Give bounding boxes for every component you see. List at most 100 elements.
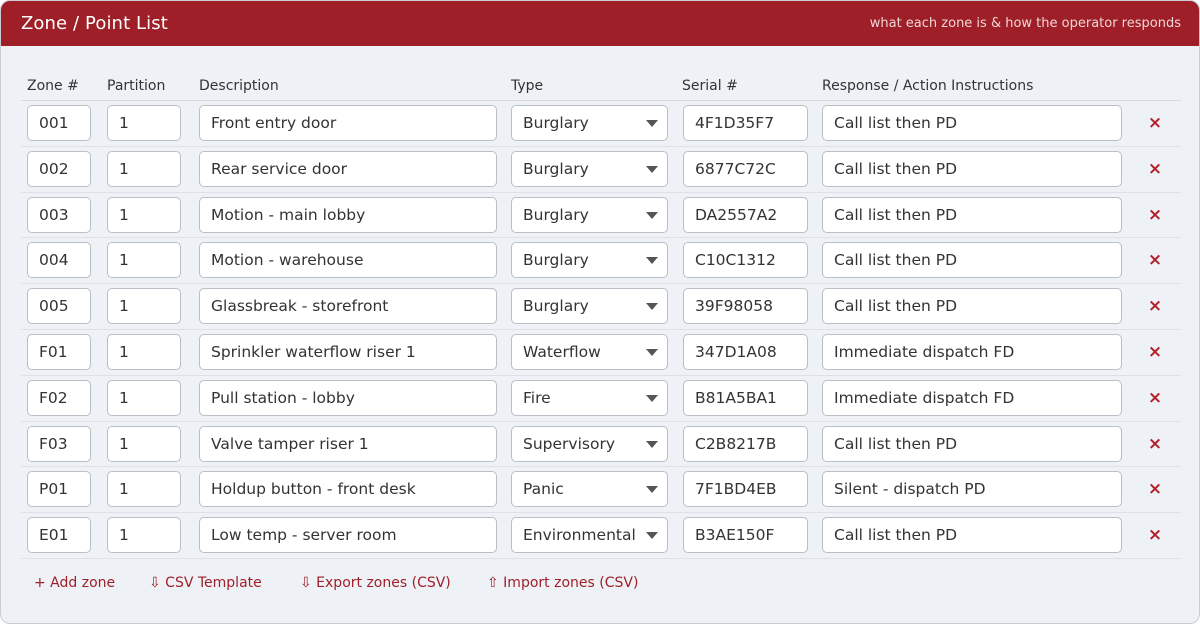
- zone-number-input[interactable]: F03: [27, 425, 91, 462]
- delete-row-button[interactable]: ×: [1145, 523, 1165, 547]
- zone-number-input[interactable]: 004: [27, 242, 91, 279]
- zone-number-input[interactable]: 002: [27, 150, 91, 187]
- page-subtitle: what each zone is & how the operator res…: [869, 16, 1181, 31]
- response-input[interactable]: Call list then PD: [822, 425, 1122, 462]
- delete-row-button[interactable]: ×: [1145, 340, 1165, 364]
- zone-table: Zone # Partition Description Type Serial…: [21, 73, 1181, 559]
- type-select[interactable]: Burglary: [511, 196, 668, 233]
- csv-template-button[interactable]: ⇩ CSV Template: [149, 575, 262, 591]
- response-input[interactable]: Call list then PD: [822, 517, 1122, 554]
- description-input[interactable]: Low temp - server room: [199, 517, 497, 554]
- description-input[interactable]: Rear service door: [199, 150, 497, 187]
- delete-row-button[interactable]: ×: [1145, 294, 1165, 318]
- serial-input[interactable]: 6877C72C: [683, 150, 808, 187]
- close-icon: ×: [1147, 113, 1163, 133]
- description-input[interactable]: Holdup button - front desk: [199, 471, 497, 508]
- response-input[interactable]: Silent - dispatch PD: [822, 471, 1122, 508]
- serial-input[interactable]: B81A5BA1: [683, 379, 808, 416]
- close-icon: ×: [1147, 296, 1163, 317]
- chevron-down-icon: [646, 120, 658, 127]
- chevron-down-icon: [646, 486, 658, 494]
- partition-input[interactable]: 1: [107, 471, 181, 508]
- table-body: 001 1 Front entry door Burglary 4F1D35F7 Call…: [21, 101, 1181, 559]
- response-input[interactable]: Call list then PD: [822, 242, 1122, 279]
- type-select-value: Waterflow: [523, 342, 601, 361]
- chevron-down-icon: [646, 440, 658, 448]
- page-title: Zone / Point List: [21, 13, 168, 34]
- import-zones-button[interactable]: ⇧ Import zones (CSV): [487, 575, 638, 591]
- delete-row-button[interactable]: ×: [1145, 477, 1165, 501]
- delete-row-button[interactable]: ×: [1145, 203, 1165, 227]
- delete-row-button[interactable]: ×: [1145, 111, 1165, 135]
- close-icon: ×: [1147, 158, 1163, 179]
- type-select[interactable]: Burglary: [511, 242, 668, 279]
- chevron-down-icon: [646, 165, 658, 173]
- serial-input[interactable]: 347D1A08: [683, 333, 808, 370]
- type-select[interactable]: Burglary: [511, 105, 668, 141]
- close-icon: ×: [1147, 250, 1163, 271]
- close-icon: ×: [1147, 433, 1163, 454]
- serial-input[interactable]: DA2557A2: [683, 196, 808, 233]
- close-icon: ×: [1147, 204, 1163, 225]
- partition-input[interactable]: 1: [107, 333, 181, 370]
- add-zone-button[interactable]: + Add zone: [34, 575, 115, 591]
- response-input[interactable]: Call list then PD: [822, 196, 1122, 233]
- response-input[interactable]: Call list then PD: [822, 150, 1122, 187]
- zone-number-input[interactable]: 001: [27, 105, 91, 141]
- table-row: 002 1 Rear service door Burglary 6877C72C Cal…: [21, 147, 1181, 193]
- response-input[interactable]: Call list then PD: [822, 288, 1122, 325]
- response-input[interactable]: Immediate dispatch FD: [822, 333, 1122, 370]
- type-select[interactable]: Waterflow: [511, 333, 668, 370]
- description-input[interactable]: Motion - main lobby: [199, 196, 497, 233]
- zone-number-input[interactable]: 003: [27, 196, 91, 233]
- type-select[interactable]: Burglary: [511, 288, 668, 325]
- table-row: P01 1 Holdup button - front desk Panic 7F1BD…: [21, 467, 1181, 514]
- table-row: 001 1 Front entry door Burglary 4F1D35F7 Call…: [21, 101, 1181, 147]
- serial-input[interactable]: 4F1D35F7: [683, 105, 808, 141]
- zone-number-input[interactable]: 005: [27, 288, 91, 325]
- partition-input[interactable]: 1: [107, 150, 181, 187]
- response-input[interactable]: Call list then PD: [822, 105, 1122, 141]
- partition-input[interactable]: 1: [107, 379, 181, 416]
- close-icon: ×: [1147, 341, 1163, 362]
- partition-input[interactable]: 1: [107, 105, 181, 141]
- partition-input[interactable]: 1: [107, 425, 181, 462]
- description-input[interactable]: Sprinkler waterflow riser 1: [199, 333, 497, 370]
- type-select[interactable]: Burglary: [511, 150, 668, 187]
- chevron-down-icon: [646, 303, 658, 311]
- serial-input[interactable]: 7F1BD4EB: [683, 471, 808, 508]
- serial-input[interactable]: C2B8217B: [683, 425, 808, 462]
- partition-input[interactable]: 1: [107, 196, 181, 233]
- partition-input[interactable]: 1: [107, 242, 181, 279]
- description-input[interactable]: Front entry door: [199, 105, 497, 141]
- description-input[interactable]: Motion - warehouse: [199, 242, 497, 279]
- partition-input[interactable]: 1: [107, 288, 181, 325]
- partition-input[interactable]: 1: [107, 517, 181, 554]
- close-icon: ×: [1147, 387, 1163, 408]
- table-row: F03 1 Valve tamper riser 1 Supervisory C2B82…: [21, 422, 1181, 468]
- description-input[interactable]: Valve tamper riser 1: [199, 425, 497, 462]
- type-select[interactable]: Fire: [511, 379, 668, 416]
- description-input[interactable]: Glassbreak - storefront: [199, 288, 497, 325]
- type-select[interactable]: Panic: [511, 471, 668, 508]
- serial-input[interactable]: B3AE150F: [683, 517, 808, 554]
- delete-row-button[interactable]: ×: [1145, 157, 1165, 181]
- serial-input[interactable]: C10C1312: [683, 242, 808, 279]
- export-zones-button[interactable]: ⇩ Export zones (CSV): [300, 575, 451, 591]
- zone-number-input[interactable]: F02: [27, 379, 91, 416]
- table-row: F02 1 Pull station - lobby Fire B81A5BA1 Imme…: [21, 376, 1181, 422]
- delete-row-button[interactable]: ×: [1145, 248, 1165, 272]
- zone-number-input[interactable]: F01: [27, 333, 91, 370]
- description-input[interactable]: Pull station - lobby: [199, 379, 497, 416]
- zone-list-panel: Zone / Point List what each zone is & ho…: [0, 0, 1200, 624]
- response-input[interactable]: Immediate dispatch FD: [822, 379, 1122, 416]
- zone-number-input[interactable]: E01: [27, 517, 91, 554]
- zone-number-input[interactable]: P01: [27, 471, 91, 508]
- type-select[interactable]: Environmental: [511, 517, 668, 554]
- type-select[interactable]: Supervisory: [511, 425, 668, 462]
- type-select-value: Burglary: [523, 251, 589, 270]
- delete-row-button[interactable]: ×: [1145, 432, 1165, 456]
- serial-input[interactable]: 39F98058: [683, 288, 808, 325]
- type-select-value: Environmental: [523, 526, 636, 545]
- delete-row-button[interactable]: ×: [1145, 386, 1165, 410]
